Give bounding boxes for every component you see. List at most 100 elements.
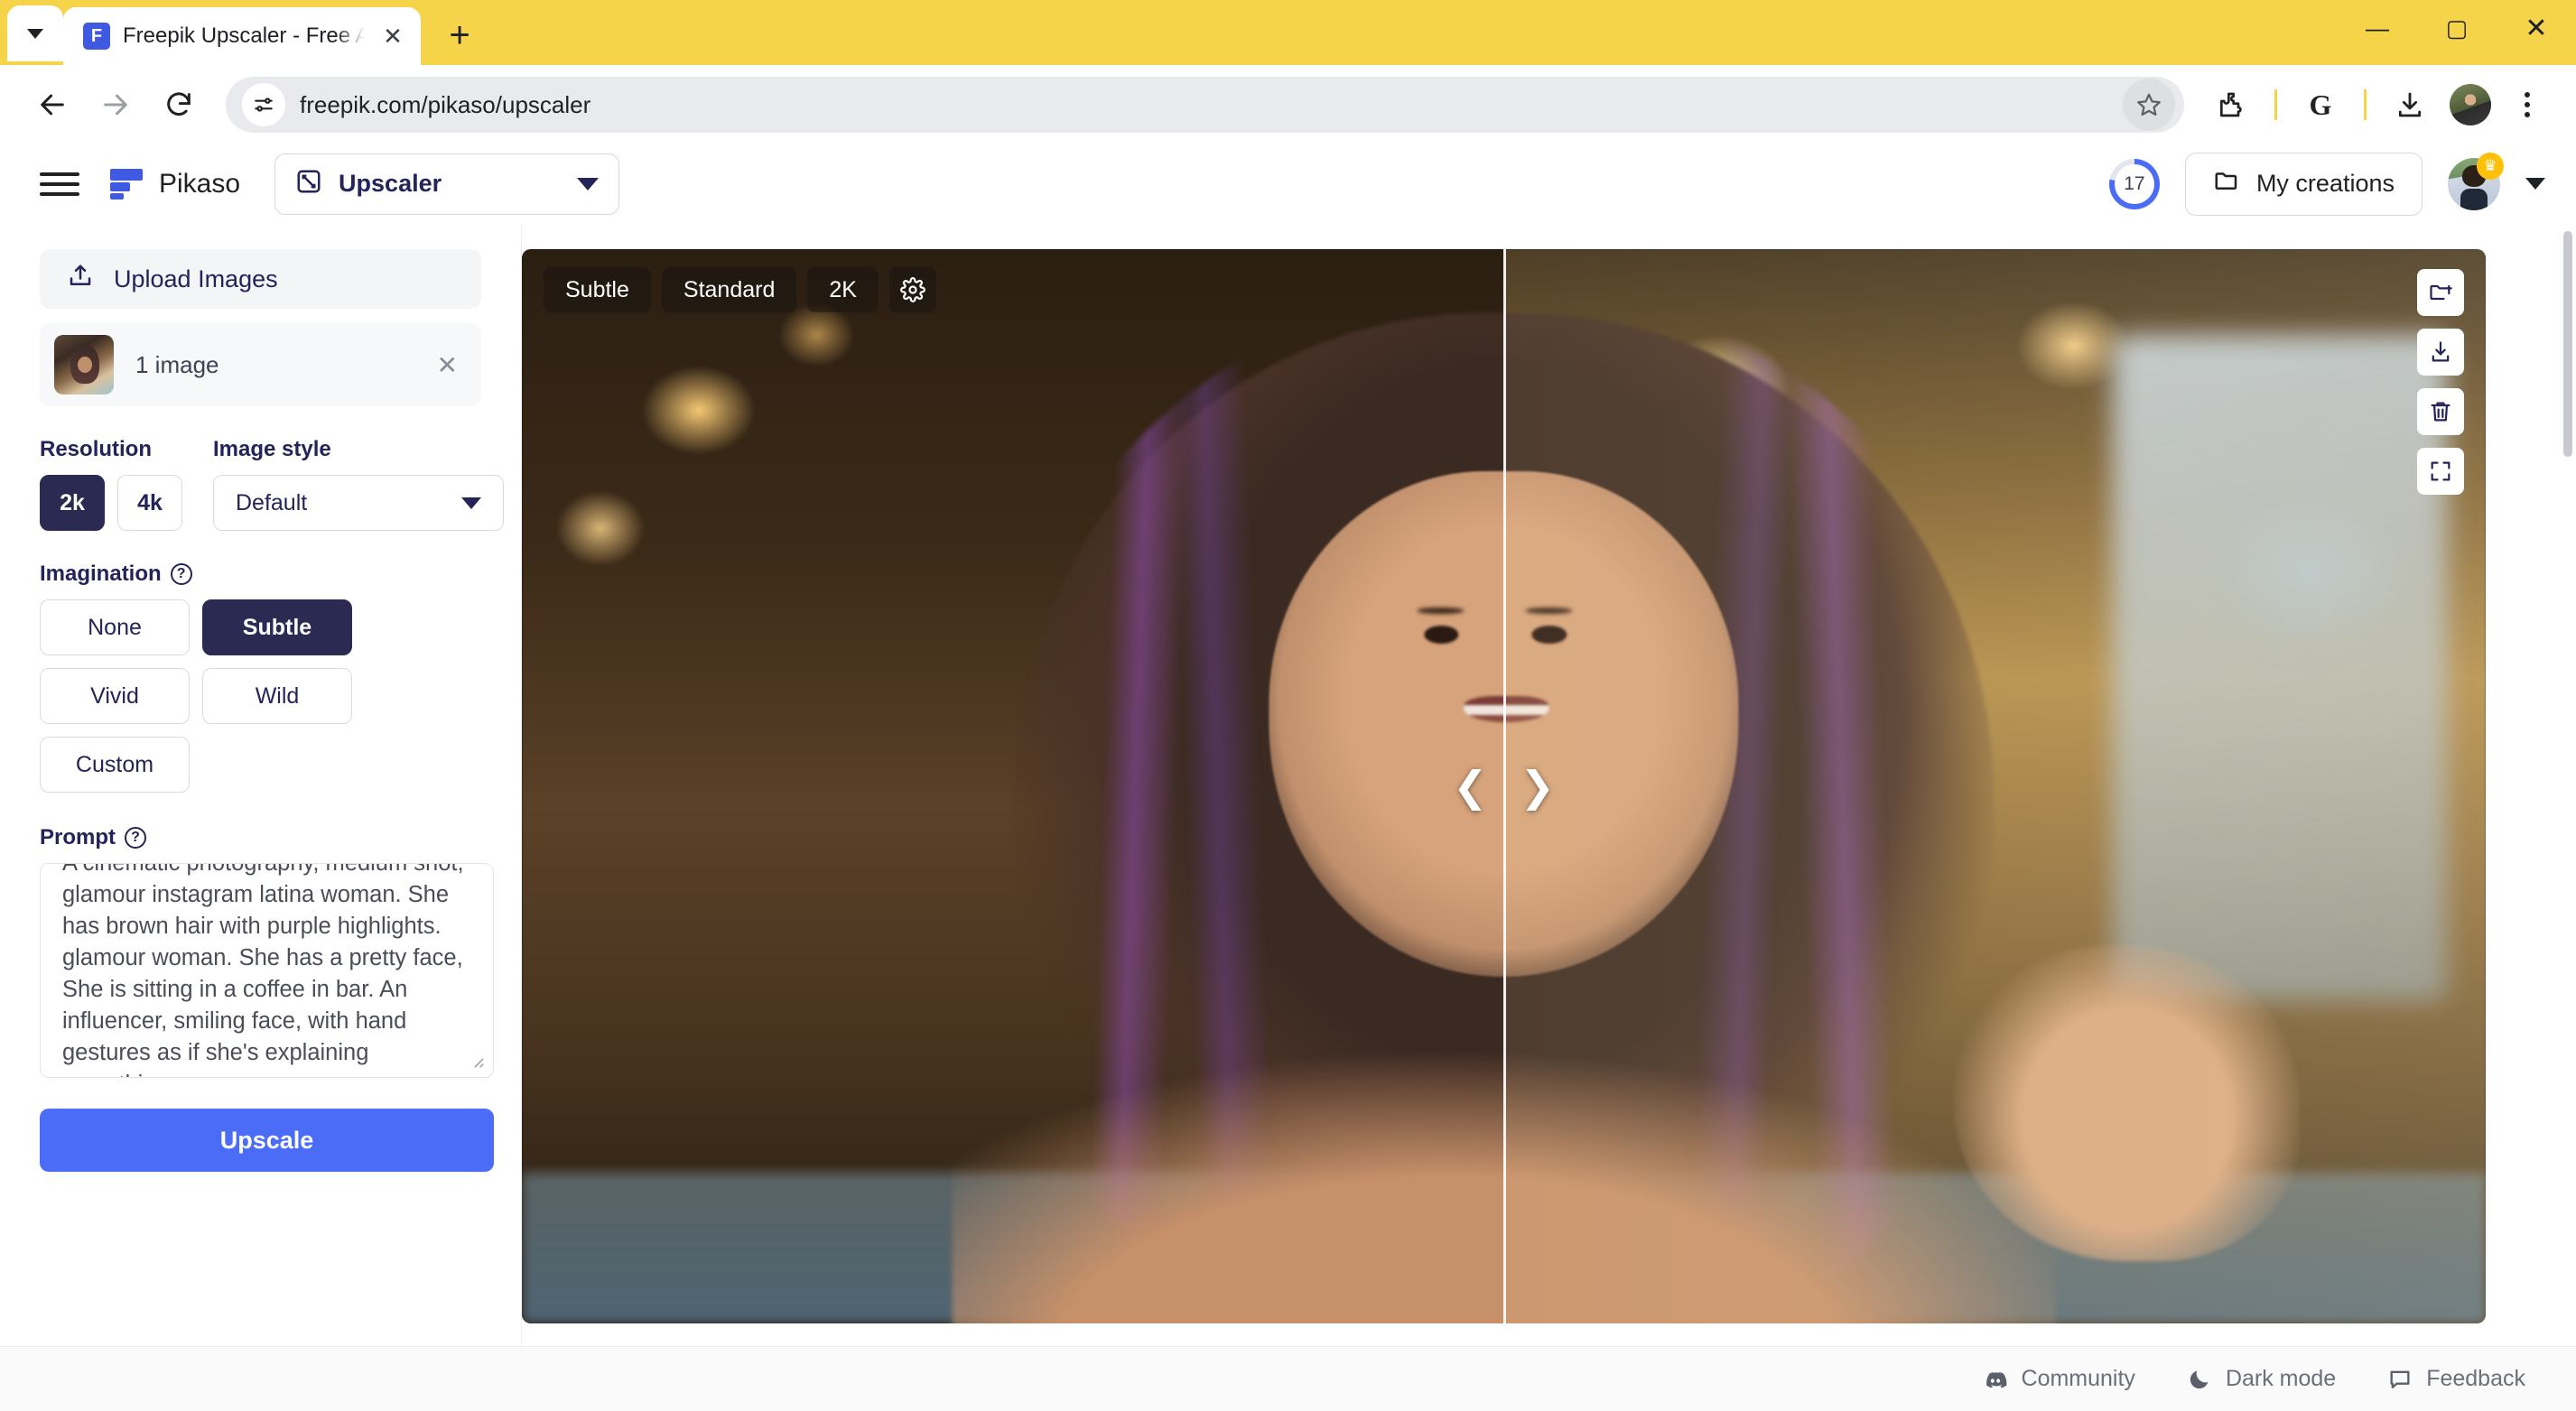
- resolution-option-2k[interactable]: 2k: [40, 475, 105, 531]
- upload-images-button[interactable]: Upload Images: [40, 249, 481, 309]
- divider: [2274, 89, 2277, 120]
- gear-icon[interactable]: [888, 267, 936, 312]
- close-icon[interactable]: ✕: [377, 21, 408, 51]
- tab-title: Freepik Upscaler - Free AI imag: [123, 23, 365, 48]
- download-button[interactable]: [2417, 329, 2464, 376]
- freepik-app: Pikaso Upscaler 17 My creations ♛ Upload…: [0, 144, 2576, 1411]
- new-tab-button[interactable]: +: [433, 9, 486, 61]
- maximize-button[interactable]: ▢: [2417, 0, 2497, 56]
- avatar[interactable]: ♛: [2448, 152, 2504, 210]
- google-icon[interactable]: G: [2292, 76, 2349, 134]
- discord-icon: [1982, 1366, 2009, 1393]
- imagination-option-wild[interactable]: Wild: [202, 668, 352, 724]
- resolution-label: Resolution: [40, 437, 152, 461]
- dark-mode-toggle[interactable]: Dark mode: [2186, 1366, 2336, 1393]
- community-label: Community: [2021, 1366, 2135, 1391]
- hamburger-icon[interactable]: [40, 172, 79, 196]
- viewer-imagination-chip[interactable]: Subtle: [544, 267, 651, 312]
- dark-mode-label: Dark mode: [2225, 1366, 2337, 1391]
- settings-sidebar: Upload Images 1 image ✕ Resolution 2k 4k: [0, 224, 522, 1346]
- toolbar-right-actions: G: [2202, 76, 2553, 134]
- chevron-left-icon[interactable]: ❮: [1453, 762, 1488, 811]
- star-icon[interactable]: [2123, 79, 2175, 131]
- download-icon[interactable]: [2381, 76, 2439, 134]
- remove-image-icon[interactable]: ✕: [437, 350, 458, 380]
- site-settings-icon[interactable]: [242, 83, 285, 126]
- delete-button[interactable]: [2417, 388, 2464, 435]
- image-style-select[interactable]: Default: [213, 475, 504, 531]
- feedback-link[interactable]: Feedback: [2386, 1366, 2525, 1393]
- url-text: freepik.com/pikaso/upscaler: [300, 90, 591, 118]
- help-icon[interactable]: ?: [125, 827, 146, 849]
- fullscreen-button[interactable]: [2417, 448, 2464, 495]
- canvas-area: ❮ ❯ Subtle Standard 2K: [522, 224, 2576, 1346]
- chevron-down-icon: [27, 28, 43, 39]
- tool-selector[interactable]: Upscaler: [274, 153, 620, 215]
- help-icon[interactable]: ?: [170, 563, 192, 585]
- prompt-label-text: Prompt: [40, 825, 116, 849]
- upscale-button[interactable]: Upscale: [40, 1109, 494, 1172]
- folder-icon: [2213, 167, 2240, 200]
- brand-name: Pikaso: [159, 168, 241, 199]
- imagination-label: Imagination ?: [40, 562, 481, 587]
- back-icon[interactable]: [23, 76, 81, 134]
- image-style-value: Default: [236, 489, 308, 515]
- imagination-group: Imagination ? None Subtle Vivid Wild Cus…: [40, 562, 481, 793]
- add-to-folder-button[interactable]: [2417, 269, 2464, 316]
- moon-icon: [2186, 1366, 2213, 1393]
- freepik-logo-icon[interactable]: [110, 168, 143, 200]
- address-bar[interactable]: freepik.com/pikaso/upscaler: [226, 77, 2184, 133]
- browser-tab[interactable]: F Freepik Upscaler - Free AI imag ✕: [63, 7, 421, 65]
- reload-icon[interactable]: [150, 76, 208, 134]
- forward-icon[interactable]: [87, 76, 144, 134]
- chevron-right-icon[interactable]: ❯: [1520, 762, 1556, 811]
- tab-strip: F Freepik Upscaler - Free AI imag ✕ + — …: [0, 0, 2576, 65]
- header-actions: 17 My creations ♛: [2108, 152, 2545, 216]
- my-creations-button[interactable]: My creations: [2184, 152, 2423, 216]
- chat-icon: [2386, 1366, 2413, 1393]
- page-scrollbar[interactable]: [2560, 224, 2576, 1346]
- app-footer: Community Dark mode Feedback: [0, 1346, 2576, 1411]
- viewer-resolution-chip[interactable]: 2K: [807, 267, 879, 312]
- prompt-textarea[interactable]: A cinematic photography, medium shot, gl…: [40, 863, 494, 1078]
- upload-card: Upload Images 1 image ✕: [40, 249, 481, 406]
- viewer-top-toolbar: Subtle Standard 2K: [544, 267, 936, 312]
- prompt-group: Prompt ? A cinematic photography, medium…: [40, 825, 494, 1078]
- upload-images-label: Upload Images: [114, 265, 278, 292]
- tab-search-button[interactable]: [7, 5, 63, 61]
- browser-profile-avatar[interactable]: [2450, 84, 2491, 125]
- comparison-slider-handle[interactable]: ❮ ❯: [1453, 762, 1555, 811]
- image-thumbnail: [54, 335, 114, 395]
- imagination-label-text: Imagination: [40, 562, 162, 586]
- imagination-option-vivid[interactable]: Vivid: [40, 668, 190, 724]
- divider: [2364, 89, 2367, 120]
- chevron-down-icon: [577, 177, 600, 190]
- image-comparison-viewer[interactable]: ❮ ❯ Subtle Standard 2K: [522, 249, 2486, 1323]
- community-link[interactable]: Community: [1982, 1366, 2135, 1393]
- upload-icon: [67, 263, 94, 296]
- imagination-option-none[interactable]: None: [40, 599, 190, 655]
- feedback-label: Feedback: [2426, 1366, 2525, 1391]
- credits-indicator[interactable]: 17: [2108, 158, 2160, 209]
- resize-handle-icon[interactable]: [468, 1052, 488, 1072]
- image-style-label: Image style: [213, 437, 331, 461]
- image-style-group: Image style Default: [213, 437, 504, 531]
- browser-window: F Freepik Upscaler - Free AI imag ✕ + — …: [0, 0, 2576, 1411]
- viewer-mode-chip[interactable]: Standard: [661, 267, 797, 312]
- app-body: Upload Images 1 image ✕ Resolution 2k 4k: [0, 224, 2576, 1346]
- window-close-button[interactable]: ✕: [2497, 0, 2576, 56]
- my-creations-label: My creations: [2255, 170, 2395, 197]
- imagination-option-custom[interactable]: Custom: [40, 737, 190, 793]
- freepik-logo-icon: F: [83, 23, 110, 50]
- viewer-side-toolbar: [2417, 269, 2464, 495]
- uploaded-image-item[interactable]: 1 image ✕: [40, 323, 481, 406]
- scrollbar-thumb[interactable]: [2563, 231, 2572, 457]
- minimize-button[interactable]: —: [2338, 0, 2417, 56]
- three-dots-icon[interactable]: [2502, 79, 2553, 130]
- crown-icon: ♛: [2477, 152, 2504, 180]
- resolution-group: Resolution 2k 4k: [40, 437, 182, 531]
- resolution-option-4k[interactable]: 4k: [117, 475, 182, 531]
- puzzle-icon[interactable]: [2202, 76, 2260, 134]
- imagination-option-subtle[interactable]: Subtle: [202, 599, 352, 655]
- account-chevron-down-icon[interactable]: [2525, 178, 2545, 190]
